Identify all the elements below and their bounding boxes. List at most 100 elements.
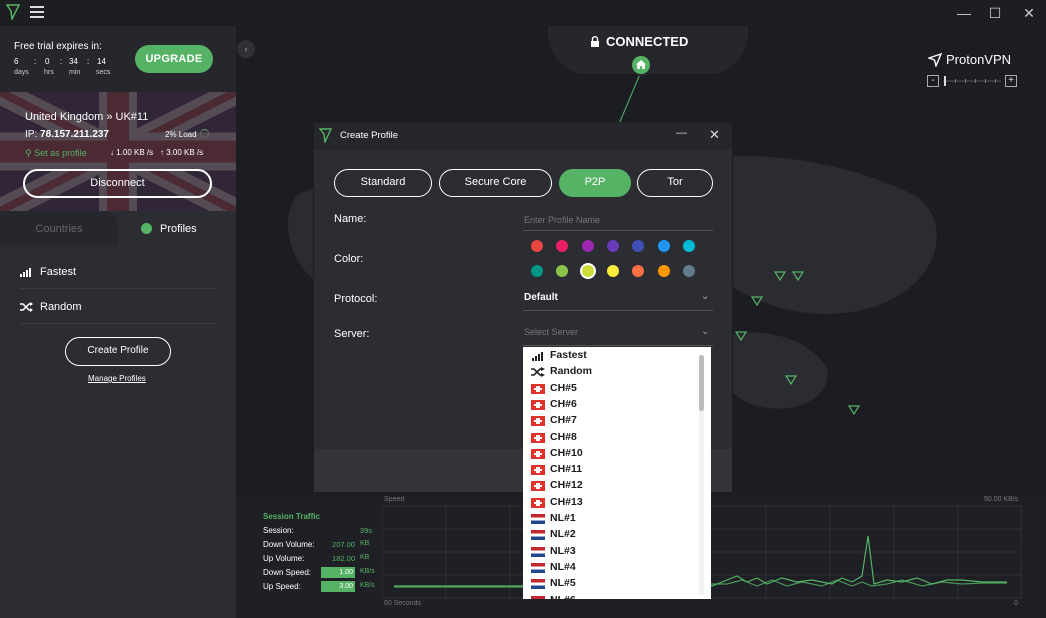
switzerland-flag-icon — [531, 399, 545, 410]
type-tor-button[interactable]: Tor — [637, 169, 713, 197]
netherlands-flag-icon — [531, 595, 545, 599]
minimize-window-button[interactable]: — — [953, 3, 975, 23]
protonvpn-brand-icon — [928, 53, 942, 67]
trial-sep: : — [34, 57, 37, 66]
server-option-label: CH#11 — [550, 463, 583, 476]
color-swatch[interactable] — [606, 240, 619, 252]
profile-item-random[interactable]: Random — [20, 289, 216, 324]
name-label: Name: — [334, 213, 367, 225]
tab-profiles[interactable]: Profiles — [118, 211, 236, 245]
protocol-label: Protocol: — [334, 293, 378, 305]
graph-zero-label: 0 — [1014, 600, 1018, 607]
color-swatch[interactable] — [632, 240, 645, 252]
up-volume-unit: KB — [360, 554, 370, 561]
trial-days: 6 — [14, 57, 19, 66]
download-speed: ↓ 1.00 KB /s — [110, 148, 153, 157]
zoom-out-button[interactable]: - — [927, 75, 939, 87]
color-swatch[interactable] — [556, 240, 569, 252]
color-swatch[interactable] — [632, 265, 645, 277]
dialog-minimize-button[interactable]: — — [676, 127, 690, 141]
server-option-label: NL#6 — [550, 594, 576, 600]
close-window-button[interactable]: ✕ — [1018, 3, 1040, 23]
collapse-sidebar-button[interactable]: ‹ — [237, 40, 255, 58]
server-select[interactable]: Select Server ⌄ — [523, 322, 713, 346]
server-load: 2% Load — [165, 130, 197, 139]
color-label: Color: — [334, 253, 364, 265]
upgrade-button[interactable]: UPGRADE — [135, 45, 213, 73]
server-option-label: CH#7 — [550, 414, 577, 427]
server-option-label: NL#2 — [550, 528, 576, 541]
color-swatch[interactable] — [657, 265, 670, 277]
maximize-window-button[interactable]: ☐ — [984, 3, 1006, 23]
zoom-control[interactable]: - + — [927, 75, 1019, 89]
server-dropdown-list[interactable]: Fastest Random CH#5 CH#6 CH#7 CH#8 CH#10 CH#11 C… — [523, 347, 711, 599]
tab-profiles-label: Profiles — [160, 223, 197, 235]
profile-item-fastest[interactable]: Fastest — [20, 254, 216, 289]
connected-server: United Kingdom » UK#11 — [25, 111, 149, 123]
set-as-profile-link[interactable]: ⚲ Set as profile — [25, 148, 87, 159]
switzerland-flag-icon — [531, 416, 545, 427]
lock-icon — [591, 36, 599, 47]
color-swatch[interactable] — [657, 240, 670, 252]
dropdown-scrollbar[interactable] — [699, 355, 704, 595]
server-option-label: NL#5 — [550, 577, 576, 590]
color-swatch[interactable] — [556, 265, 569, 277]
dialog-close-button[interactable]: ✕ — [709, 127, 723, 142]
trial-sep: : — [87, 57, 90, 66]
zoom-slider[interactable] — [941, 75, 1003, 87]
ip-value: 78.157.211.237 — [40, 129, 109, 140]
server-option-label: Random — [550, 365, 592, 378]
signal-icon — [532, 352, 543, 361]
type-p2p-button[interactable]: P2P — [559, 169, 631, 197]
ip-label: IP: — [25, 129, 38, 140]
down-volume-label: Down Volume: — [263, 540, 315, 549]
tab-countries[interactable]: Countries — [0, 211, 118, 245]
profile-item-label: Fastest — [40, 266, 77, 278]
color-swatch[interactable] — [606, 265, 619, 277]
down-speed-unit: KB/s — [360, 568, 375, 575]
down-volume-value: 207.00 — [332, 540, 355, 549]
up-speed-unit: KB/s — [360, 582, 375, 589]
switzerland-flag-icon — [531, 481, 545, 492]
profile-name-input[interactable] — [523, 209, 713, 231]
color-swatch[interactable] — [682, 240, 695, 252]
type-secure-core-button[interactable]: Secure Core — [439, 169, 552, 197]
signal-icon — [20, 268, 31, 277]
profile-item-label: Random — [40, 301, 82, 313]
color-swatch[interactable] — [531, 265, 543, 277]
disconnect-button[interactable]: Disconnect — [23, 169, 212, 198]
color-swatch[interactable] — [581, 240, 594, 252]
switzerland-flag-icon — [531, 432, 545, 443]
graph-time-label: 60 Seconds — [384, 600, 421, 607]
netherlands-flag-icon — [531, 546, 545, 557]
trial-banner: Free trial expires in: 6 : 0 : 34 : 14 d… — [0, 26, 236, 92]
trial-days-unit: days — [14, 69, 29, 76]
down-speed-label: Down Speed: — [263, 568, 312, 577]
trial-hrs-unit: hrs — [44, 69, 54, 76]
sidebar: Free trial expires in: 6 : 0 : 34 : 14 d… — [0, 26, 236, 618]
type-standard-button[interactable]: Standard — [334, 169, 432, 197]
server-option-label: NL#4 — [550, 560, 576, 573]
dialog-title: Create Profile — [340, 130, 399, 141]
color-swatch[interactable] — [581, 265, 594, 277]
scrollbar-thumb[interactable] — [699, 355, 704, 411]
netherlands-flag-icon — [531, 530, 545, 541]
trial-sep: : — [60, 57, 63, 66]
hamburger-menu-icon[interactable] — [30, 6, 44, 18]
color-swatch[interactable] — [682, 265, 695, 277]
session-traffic-title: Session Traffic — [263, 512, 320, 521]
protocol-select[interactable]: Default ⌄ — [523, 287, 713, 311]
trial-hrs: 0 — [45, 57, 50, 66]
up-volume-value: 182.00 — [332, 554, 355, 563]
netherlands-flag-icon — [531, 514, 545, 524]
manage-profiles-link[interactable]: Manage Profiles — [88, 374, 146, 383]
protonvpn-logo-icon — [319, 128, 332, 143]
color-swatch[interactable] — [531, 240, 543, 252]
dialog-header: Create Profile — ✕ — [314, 123, 732, 150]
home-icon[interactable] — [630, 54, 652, 76]
trial-secs-unit: secs — [96, 69, 111, 76]
zoom-in-button[interactable]: + — [1005, 75, 1017, 87]
session-label: Session: — [263, 526, 294, 535]
create-profile-button[interactable]: Create Profile — [65, 337, 171, 366]
switzerland-flag-icon — [531, 497, 545, 508]
